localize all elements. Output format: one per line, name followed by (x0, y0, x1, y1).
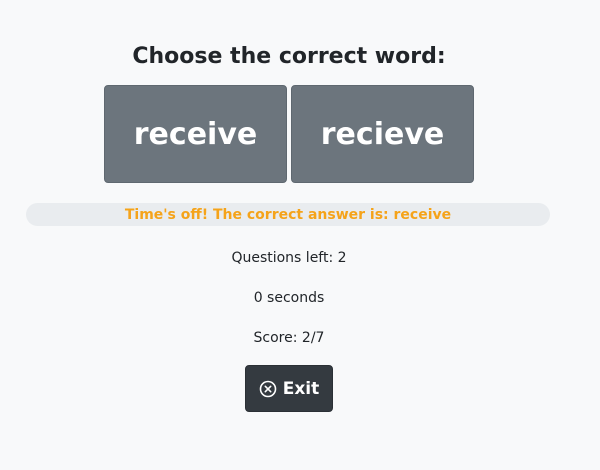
answer-option-recieve[interactable]: recieve (291, 85, 474, 183)
answer-options: receive recieve (104, 85, 474, 183)
feedback-message: Time's off! The correct answer is: recei… (124, 206, 452, 223)
exit-button-label: Exit (282, 378, 320, 399)
question-title: Choose the correct word: (132, 44, 446, 69)
feedback-banner: Time's off! The correct answer is: recei… (26, 203, 550, 226)
close-circle-icon (259, 380, 277, 398)
score: Score: 2/7 (253, 330, 325, 346)
answer-option-receive[interactable]: receive (104, 85, 287, 183)
exit-button[interactable]: Exit (245, 365, 333, 412)
timer-seconds: 0 seconds (253, 290, 325, 306)
questions-left: Questions left: 2 (231, 250, 347, 266)
